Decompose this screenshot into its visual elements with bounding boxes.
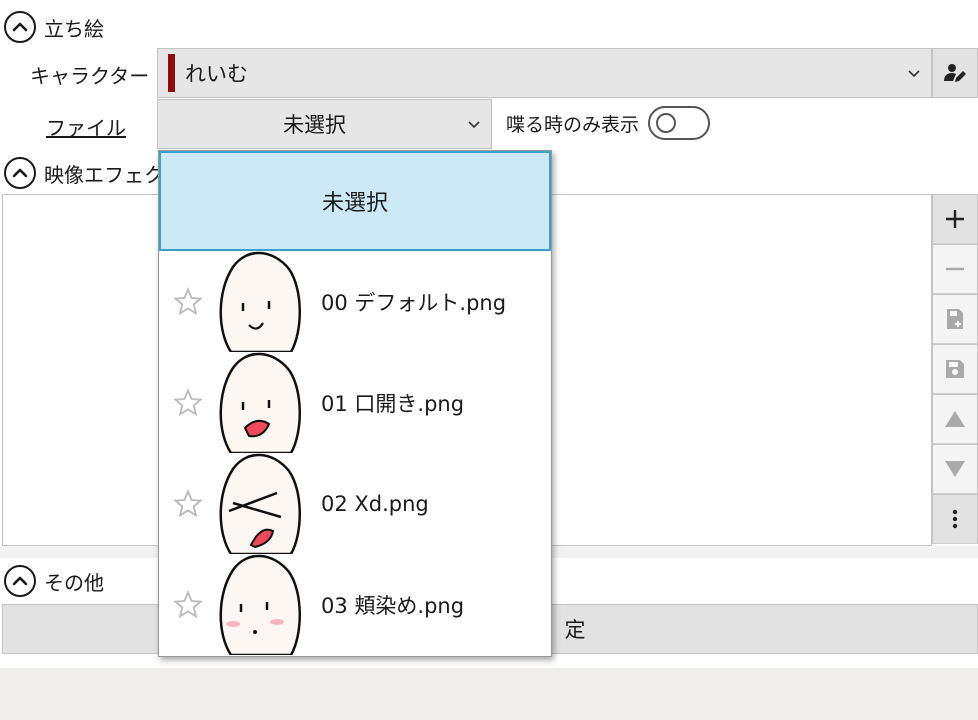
edit-character-button[interactable] <box>932 48 978 98</box>
section-title: 映像エフェクト <box>44 162 158 187</box>
collapse-icon[interactable] <box>4 11 36 43</box>
file-name: 01 口開き.png <box>321 391 465 416</box>
dropdown-item[interactable]: 01 口開き.png <box>159 352 551 453</box>
star-outline-icon[interactable] <box>173 589 203 620</box>
file-select[interactable]: 未選択 <box>157 99 492 149</box>
arrow-up-icon <box>945 411 965 427</box>
move-up-button[interactable] <box>932 394 978 444</box>
save-add-icon <box>947 309 963 329</box>
button-label: 定 <box>564 618 586 642</box>
star-outline-icon[interactable] <box>173 286 203 317</box>
face-blush-thumbnail <box>219 554 301 655</box>
section-title: その他 <box>44 570 104 595</box>
character-color-bar <box>168 54 175 92</box>
file-value: 未選択 <box>283 113 346 137</box>
file-name: 03 頬染め.png <box>321 593 465 618</box>
face-xd-thumbnail <box>219 453 301 554</box>
face-smile-thumbnail <box>219 251 301 352</box>
save-icon <box>946 360 964 378</box>
effects-toolbar <box>932 194 978 546</box>
user-edit-icon <box>944 64 966 82</box>
section-other-header[interactable]: その他 <box>4 564 104 598</box>
plus-icon <box>946 210 964 228</box>
dropdown-item-unselected[interactable]: 未選択 <box>159 151 551 251</box>
section-title: 立ち絵 <box>44 16 104 41</box>
save-add-button[interactable] <box>932 294 978 344</box>
character-select[interactable]: れいむ <box>157 48 932 98</box>
collapse-icon[interactable] <box>4 157 36 189</box>
character-value: れいむ <box>185 62 248 86</box>
file-name: 02 Xd.png <box>321 491 429 516</box>
section-standing-header[interactable]: 立ち絵 <box>4 10 104 44</box>
toggle-knob <box>656 113 676 133</box>
save-button[interactable] <box>932 344 978 394</box>
remove-effect-button[interactable] <box>932 244 978 294</box>
arrow-down-icon <box>945 461 965 477</box>
chevron-down-icon <box>908 70 920 78</box>
face-open-mouth-thumbnail <box>219 352 301 453</box>
more-vertical-icon <box>952 509 958 529</box>
dropdown-item-label: 未選択 <box>321 191 388 216</box>
dropdown-item[interactable]: 00 デフォルト.png <box>159 251 551 352</box>
move-down-button[interactable] <box>932 444 978 494</box>
character-label: キャラクター <box>30 64 150 88</box>
minus-icon <box>946 267 964 271</box>
more-button[interactable] <box>932 494 978 544</box>
dropdown-item[interactable]: 02 Xd.png <box>159 453 551 554</box>
file-dropdown-list: 未選択 00 デフォルト.png 01 口開き.png 02 Xd.png 03… <box>158 150 552 657</box>
star-outline-icon[interactable] <box>173 488 203 519</box>
speak-only-toggle[interactable] <box>648 106 710 140</box>
collapse-icon[interactable] <box>4 565 36 597</box>
chevron-down-icon <box>468 121 480 129</box>
dropdown-item[interactable]: 03 頬染め.png <box>159 554 551 655</box>
file-name: 00 デフォルト.png <box>321 290 507 315</box>
speak-only-label: 喋る時のみ表示 <box>506 114 640 136</box>
section-video-effects-header[interactable]: 映像エフェクト <box>4 156 158 190</box>
add-effect-button[interactable] <box>932 194 978 244</box>
star-outline-icon[interactable] <box>173 387 203 418</box>
file-label[interactable]: ファイル <box>46 112 126 141</box>
